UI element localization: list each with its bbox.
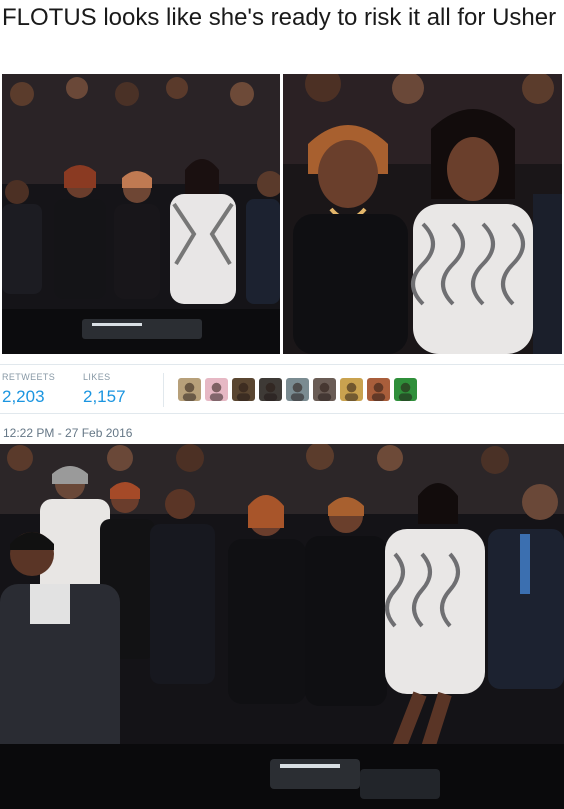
avatar-image (259, 378, 282, 401)
performer-audience-image (0, 444, 564, 809)
likes-stat[interactable]: LIKES 2,157 (83, 372, 126, 408)
avatar-image (367, 378, 390, 401)
tweet-photo-audience-wide[interactable] (2, 74, 280, 354)
liker-avatar-9[interactable] (394, 378, 417, 401)
tweet-photo-closeup[interactable] (283, 74, 562, 354)
tweet-stats-bar: RETWEETS 2,203 LIKES 2,157 (0, 364, 564, 414)
liker-avatar-1[interactable] (178, 378, 201, 401)
avatar-image (394, 378, 417, 401)
liker-avatar-3[interactable] (232, 378, 255, 401)
avatar-image (286, 378, 309, 401)
liker-avatar-4[interactable] (259, 378, 282, 401)
avatar-image (232, 378, 255, 401)
retweets-count[interactable]: 2,203 (2, 386, 55, 408)
avatar-image (313, 378, 336, 401)
retweets-label: RETWEETS (2, 372, 56, 382)
avatar-image (205, 378, 228, 401)
retweets-stat[interactable]: RETWEETS 2,203 (2, 372, 55, 408)
liker-avatar-2[interactable] (205, 378, 228, 401)
liker-avatar-8[interactable] (367, 378, 390, 401)
liker-avatar-6[interactable] (313, 378, 336, 401)
liked-by-avatars (178, 378, 417, 402)
tweet-photo-performer[interactable] (0, 444, 564, 809)
liker-avatar-7[interactable] (340, 378, 363, 401)
avatar-image (178, 378, 201, 401)
tweet-text: FLOTUS looks like she's ready to risk it… (2, 4, 557, 31)
stats-divider (163, 373, 164, 407)
audience-wide-image (2, 74, 280, 354)
liker-avatar-5[interactable] (286, 378, 309, 401)
tweet-timestamp[interactable]: 12:22 PM - 27 Feb 2016 (3, 426, 132, 440)
avatar-image (340, 378, 363, 401)
likes-label: LIKES (83, 372, 111, 382)
closeup-image (283, 74, 562, 354)
likes-count[interactable]: 2,157 (83, 386, 126, 408)
